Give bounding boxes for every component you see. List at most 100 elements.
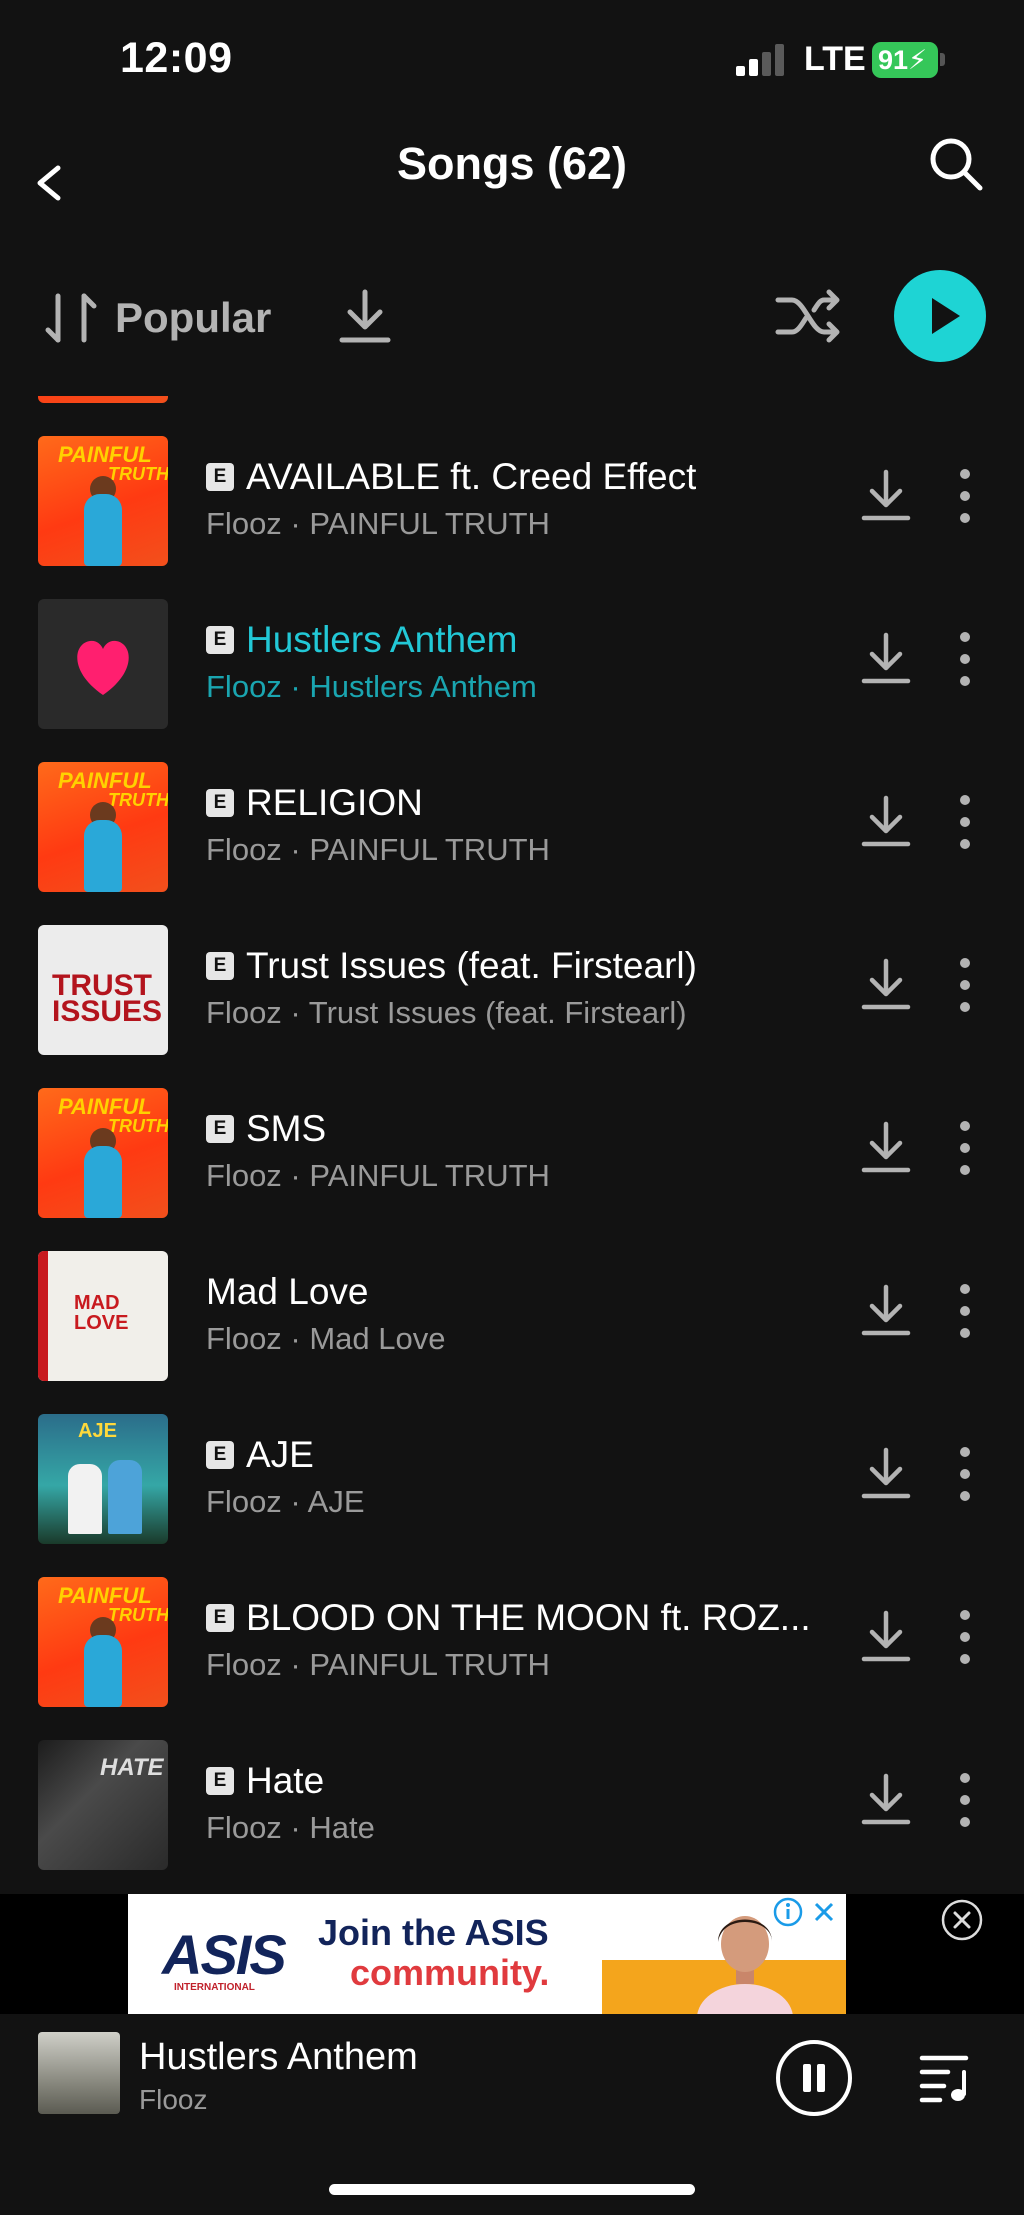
download-icon[interactable]: [858, 1120, 914, 1176]
ad-banner[interactable]: ASIS INTERNATIONAL Join the ASIS communi…: [128, 1894, 846, 2014]
album-art: [38, 599, 168, 729]
album-art-text: TRUST ISSUES: [52, 969, 163, 1028]
explicit-badge: E: [206, 952, 234, 980]
album-art-text: HATE: [100, 1754, 164, 1781]
download-icon[interactable]: [858, 794, 914, 850]
album-art: PAINFUL TRUTH: [38, 1577, 168, 1707]
explicit-badge: E: [206, 1767, 234, 1795]
song-title-text: Hate: [246, 1760, 325, 1801]
song-title: E Trust Issues (feat. Firstearl): [206, 945, 697, 987]
play-all-button[interactable]: [894, 270, 986, 362]
now-playing-artist[interactable]: Flooz: [139, 2084, 207, 2116]
download-icon[interactable]: [858, 468, 914, 524]
album-art-stripe: [38, 1251, 48, 1381]
queue-icon[interactable]: [918, 2048, 974, 2104]
battery-cap: [940, 53, 945, 66]
now-playing-title[interactable]: Hustlers Anthem: [139, 2036, 418, 2079]
search-icon[interactable]: [924, 132, 988, 196]
song-title: E RELIGION: [206, 782, 423, 824]
sort-icon[interactable]: [44, 288, 100, 348]
song-title: E AVAILABLE ft. Creed Effect: [206, 456, 696, 498]
download-icon[interactable]: [336, 286, 394, 346]
list-item[interactable]: E Hustlers Anthem Flooz · Hustlers Anthem: [0, 579, 1024, 742]
song-title: E SMS: [206, 1108, 326, 1150]
list-item[interactable]: PAINFUL TRUTH E AVAILABLE ft. Creed Effec…: [0, 416, 1024, 579]
album-art-text: AJE: [78, 1420, 117, 1442]
album-art: PAINFUL TRUTH: [38, 1088, 168, 1218]
song-title: Mad Love: [206, 1271, 369, 1313]
song-title-text: BLOOD ON THE MOON ft. ROZ...: [246, 1597, 811, 1638]
song-title-text: AVAILABLE ft. Creed Effect: [246, 456, 697, 497]
list-item[interactable]: PAINFUL TRUTH E BLOOD ON THE MOON ft. ROZ…: [0, 1557, 1024, 1720]
download-icon[interactable]: [858, 957, 914, 1013]
page-title: Songs (62): [396, 138, 628, 189]
explicit-badge: E: [206, 1604, 234, 1632]
list-item-partial[interactable]: [0, 396, 1024, 416]
album-art-figure: [84, 494, 122, 566]
song-subtitle: Flooz · Hate: [206, 1810, 375, 1845]
close-ad-icon[interactable]: [940, 1898, 984, 1942]
close-icon[interactable]: [808, 1896, 840, 1928]
more-options-icon[interactable]: [950, 1120, 980, 1176]
list-item[interactable]: PAINFUL TRUTH E RELIGION Flooz · PAINFUL …: [0, 742, 1024, 905]
more-options-icon[interactable]: [950, 1609, 980, 1665]
info-icon[interactable]: [772, 1896, 804, 1928]
song-title: E Hate: [206, 1760, 324, 1802]
shuffle-icon[interactable]: [774, 282, 844, 350]
more-options-icon[interactable]: [950, 631, 980, 687]
album-art: [38, 396, 168, 403]
download-icon[interactable]: [858, 631, 914, 687]
song-subtitle: Flooz · Mad Love: [206, 1321, 446, 1356]
explicit-badge: E: [206, 463, 234, 491]
album-art: TRUST ISSUES: [38, 925, 168, 1055]
album-art: MAD LOVE: [38, 1251, 168, 1381]
more-options-icon[interactable]: [950, 1446, 980, 1502]
album-art: HATE: [38, 1740, 168, 1870]
explicit-badge: E: [206, 1441, 234, 1469]
heart-icon: [77, 640, 129, 695]
list-item[interactable]: HATE E Hate Flooz · Hate: [0, 1720, 1024, 1883]
status-bar: 12:09 LTE 91⚡: [0, 0, 1024, 120]
song-subtitle: Flooz · PAINFUL TRUTH: [206, 1647, 550, 1682]
charging-icon: ⚡: [908, 45, 928, 75]
list-item[interactable]: TRUST ISSUES E Trust Issues (feat. Firstea…: [0, 905, 1024, 1068]
download-icon[interactable]: [858, 1283, 914, 1339]
play-icon: [932, 298, 960, 334]
ad-container: ASIS INTERNATIONAL Join the ASIS communi…: [0, 1894, 1024, 2014]
album-art-text: TRUTH: [108, 1116, 168, 1136]
song-subtitle: Flooz · PAINFUL TRUTH: [206, 832, 550, 867]
list-item[interactable]: AJE E AJE Flooz · AJE: [0, 1394, 1024, 1557]
ad-logo-subtitle: INTERNATIONAL: [174, 1982, 255, 1993]
song-title-text: SMS: [246, 1108, 327, 1149]
song-subtitle: Flooz · Trust Issues (feat. Firstearl): [206, 995, 687, 1030]
now-playing-art[interactable]: [38, 2032, 120, 2114]
home-indicator[interactable]: [329, 2184, 695, 2195]
song-title-text: Hustlers Anthem: [246, 619, 518, 660]
album-art: AJE: [38, 1414, 168, 1544]
explicit-badge: E: [206, 1115, 234, 1143]
more-options-icon[interactable]: [950, 794, 980, 850]
album-art-text: TRUTH: [108, 790, 168, 810]
more-options-icon[interactable]: [950, 1772, 980, 1828]
download-icon[interactable]: [858, 1609, 914, 1665]
signal-icon: [736, 44, 784, 76]
song-list: PAINFUL TRUTH E AVAILABLE ft. Creed Effec…: [0, 396, 1024, 1894]
album-art-figure: [84, 1146, 122, 1218]
pause-icon[interactable]: [774, 2038, 854, 2118]
album-art-figure: [68, 1464, 102, 1534]
list-item[interactable]: PAINFUL TRUTH E SMS Flooz · PAINFUL TRUTH: [0, 1068, 1024, 1231]
network-type: LTE: [804, 40, 866, 78]
download-icon[interactable]: [858, 1446, 914, 1502]
sort-button[interactable]: Popular: [115, 294, 271, 342]
more-options-icon[interactable]: [950, 468, 980, 524]
status-time: 12:09: [120, 34, 233, 82]
album-art: PAINFUL TRUTH: [38, 762, 168, 892]
more-options-icon[interactable]: [950, 957, 980, 1013]
battery-level: 91: [878, 45, 909, 75]
more-options-icon[interactable]: [950, 1283, 980, 1339]
download-icon[interactable]: [858, 1772, 914, 1828]
song-subtitle: Flooz · Hustlers Anthem: [206, 669, 537, 704]
list-item[interactable]: MAD LOVE Mad Love Flooz · Mad Love: [0, 1231, 1024, 1394]
song-subtitle: Flooz · AJE: [206, 1484, 365, 1519]
song-title: E BLOOD ON THE MOON ft. ROZ...: [206, 1597, 811, 1639]
